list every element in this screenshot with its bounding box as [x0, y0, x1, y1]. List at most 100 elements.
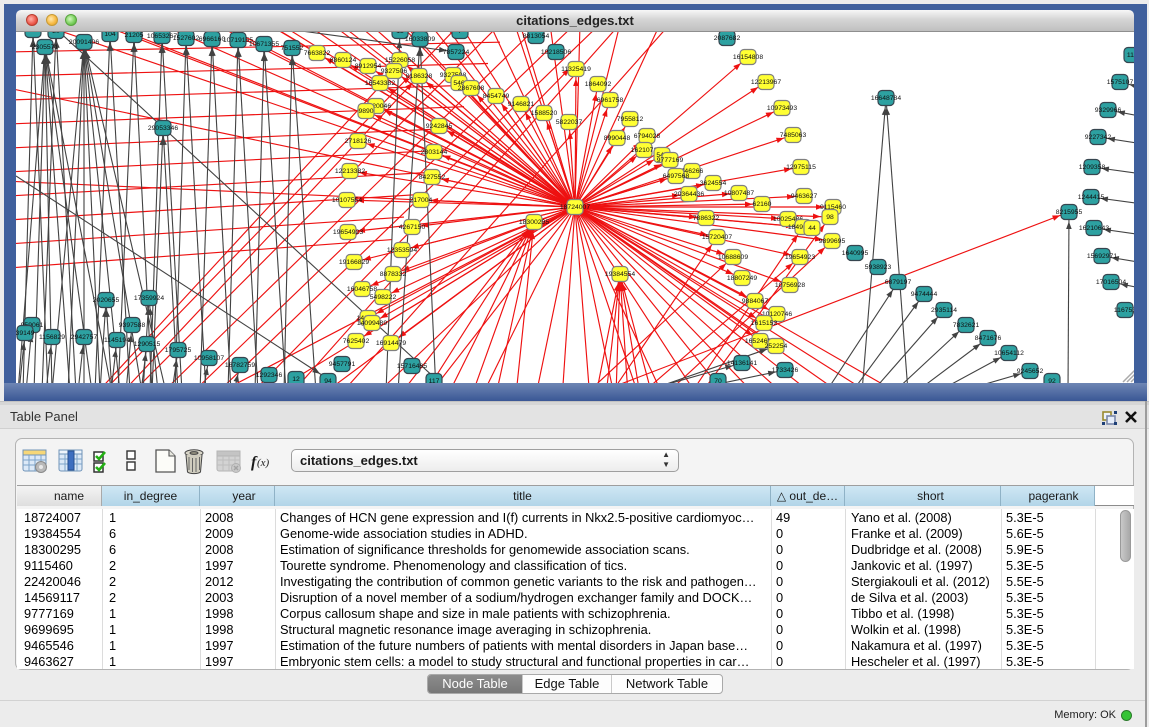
svg-text:16033809: 16033809 [405, 36, 435, 43]
svg-text:1733426: 1733426 [772, 367, 799, 374]
svg-text:7625402: 7625402 [343, 338, 370, 345]
svg-text:1244415: 1244415 [1078, 194, 1105, 201]
svg-text:12975115: 12975115 [786, 164, 816, 171]
svg-text:10973493: 10973493 [767, 105, 797, 112]
svg-text:7832621: 7832621 [953, 322, 980, 329]
svg-text:(x): (x) [257, 457, 270, 469]
svg-text:1: 1 [31, 32, 35, 34]
svg-text:12: 12 [292, 376, 300, 383]
svg-text:19654923: 19654923 [333, 229, 363, 236]
svg-text:8454749: 8454749 [483, 93, 510, 100]
svg-text:14136141: 14136141 [727, 360, 757, 367]
svg-text:8990448: 8990448 [604, 135, 631, 142]
svg-text:16154808: 16154808 [733, 54, 763, 61]
svg-text:111: 111 [1127, 52, 1134, 59]
svg-text:6966160: 6966160 [199, 36, 226, 43]
svg-text:7886322: 7886322 [693, 215, 720, 222]
svg-text:8215955: 8215955 [1056, 209, 1083, 216]
svg-text:10107554: 10107554 [332, 197, 362, 204]
svg-text:8813054: 8813054 [523, 33, 550, 40]
svg-text:92: 92 [1048, 378, 1056, 383]
svg-text:21205: 21205 [125, 32, 144, 39]
svg-text:1795725: 1795725 [165, 347, 192, 354]
svg-text:2935114: 2935114 [931, 307, 957, 314]
svg-text:19166829: 19166829 [339, 259, 369, 266]
svg-text:15692971: 15692971 [1087, 253, 1117, 260]
svg-text:70: 70 [714, 378, 722, 383]
svg-text:10958107: 10958107 [194, 355, 224, 362]
svg-text:10688609: 10688609 [718, 254, 748, 261]
svg-text:5498222: 5498222 [370, 294, 397, 301]
svg-text:7: 7 [458, 32, 462, 35]
svg-text:15720407: 15720407 [702, 234, 732, 241]
svg-text:17359924: 17359924 [134, 295, 164, 302]
svg-text:9884067: 9884067 [742, 298, 769, 305]
svg-text:1615152: 1615152 [751, 320, 778, 327]
svg-text:8878332: 8878332 [380, 271, 407, 278]
svg-text:16046758: 16046758 [347, 286, 377, 293]
svg-text:20364436: 20364436 [674, 191, 704, 198]
svg-text:9146821: 9146821 [508, 101, 535, 108]
svg-text:14099489: 14099489 [357, 320, 387, 327]
svg-text:8186328: 8186328 [406, 73, 433, 80]
svg-text:2305571: 2305571 [32, 44, 59, 51]
svg-text:29053346: 29053346 [148, 125, 178, 132]
svg-text:16782759: 16782759 [225, 362, 255, 369]
svg-text:6879197: 6879197 [885, 279, 912, 286]
svg-text:7663822: 7663822 [304, 50, 331, 57]
svg-text:18807249: 18807249 [727, 275, 757, 282]
svg-text:10654112: 10654112 [994, 350, 1024, 357]
svg-text:11325419: 11325419 [561, 66, 591, 73]
svg-text:10807487: 10807487 [724, 190, 754, 197]
svg-text:17016504: 17016504 [1096, 279, 1126, 286]
svg-text:1145194: 1145194 [104, 337, 130, 344]
svg-text:2020655: 2020655 [93, 297, 120, 304]
svg-text:9227342: 9227342 [1085, 134, 1112, 141]
svg-text:3624554: 3624554 [700, 180, 727, 187]
svg-text:12213967: 12213967 [751, 79, 781, 86]
svg-text:2718126: 2718126 [345, 138, 372, 145]
svg-text:217004: 217004 [410, 197, 433, 204]
svg-text:2087682: 2087682 [714, 35, 741, 42]
svg-text:16543382: 16543382 [365, 80, 395, 87]
svg-text:39149: 39149 [16, 330, 35, 337]
svg-text:1640995: 1640995 [842, 250, 869, 257]
svg-text:751552: 751552 [281, 45, 304, 52]
svg-text:18300295: 18300295 [519, 219, 549, 226]
svg-text:1527602: 1527602 [173, 35, 200, 42]
svg-text:8860124: 8860124 [330, 57, 357, 64]
svg-text:5938923: 5938923 [865, 264, 892, 271]
svg-text:5822037: 5822037 [556, 119, 583, 126]
svg-text:7857224: 7857224 [443, 49, 470, 56]
svg-text:8427552: 8427552 [419, 174, 446, 181]
svg-text:1588520: 1588520 [531, 110, 558, 117]
svg-text:6497568: 6497568 [663, 173, 690, 180]
svg-text:2803144: 2803144 [421, 149, 448, 156]
svg-text:20091406: 20091406 [69, 39, 99, 46]
svg-text:10671355: 10671355 [249, 41, 279, 48]
svg-text:16914479: 16914479 [376, 340, 406, 347]
svg-text:12353594: 12353594 [387, 247, 417, 254]
svg-text:1290515: 1290515 [134, 341, 161, 348]
svg-text:19384554: 19384554 [605, 271, 635, 278]
svg-text:1292346: 1292346 [256, 372, 283, 379]
svg-text:1156829: 1156829 [39, 334, 65, 341]
svg-text:4267150: 4267150 [399, 224, 426, 231]
svg-text:20: 20 [52, 32, 60, 35]
svg-text:9890: 9890 [358, 108, 373, 115]
svg-text:7485063: 7485063 [780, 132, 807, 139]
svg-text:9397588: 9397588 [119, 322, 146, 329]
svg-text:6794028: 6794028 [634, 133, 661, 140]
svg-text:117: 117 [429, 378, 440, 383]
svg-text:116753: 116753 [1114, 307, 1134, 314]
svg-text:9329966: 9329966 [1095, 107, 1122, 114]
svg-text:9899695: 9899695 [819, 238, 846, 245]
svg-text:104: 104 [104, 32, 116, 38]
svg-text:2867608: 2867608 [458, 85, 485, 92]
svg-text:19218506: 19218506 [541, 49, 571, 56]
svg-text:8912954: 8912954 [355, 63, 382, 70]
svg-text:62160: 62160 [753, 201, 772, 208]
svg-text:1209358: 1209358 [1079, 164, 1106, 171]
svg-text:6961758: 6961758 [597, 97, 624, 104]
svg-text:16648784: 16648784 [871, 95, 901, 102]
